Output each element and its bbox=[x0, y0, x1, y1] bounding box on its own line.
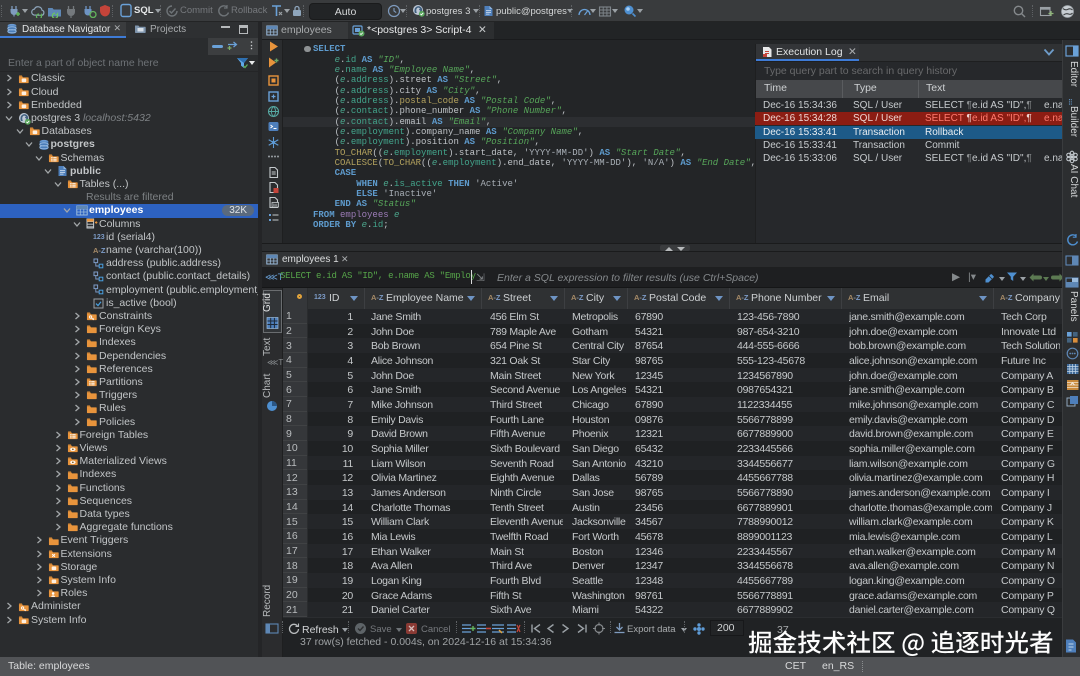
svg-text:loc: loc bbox=[273, 203, 278, 207]
